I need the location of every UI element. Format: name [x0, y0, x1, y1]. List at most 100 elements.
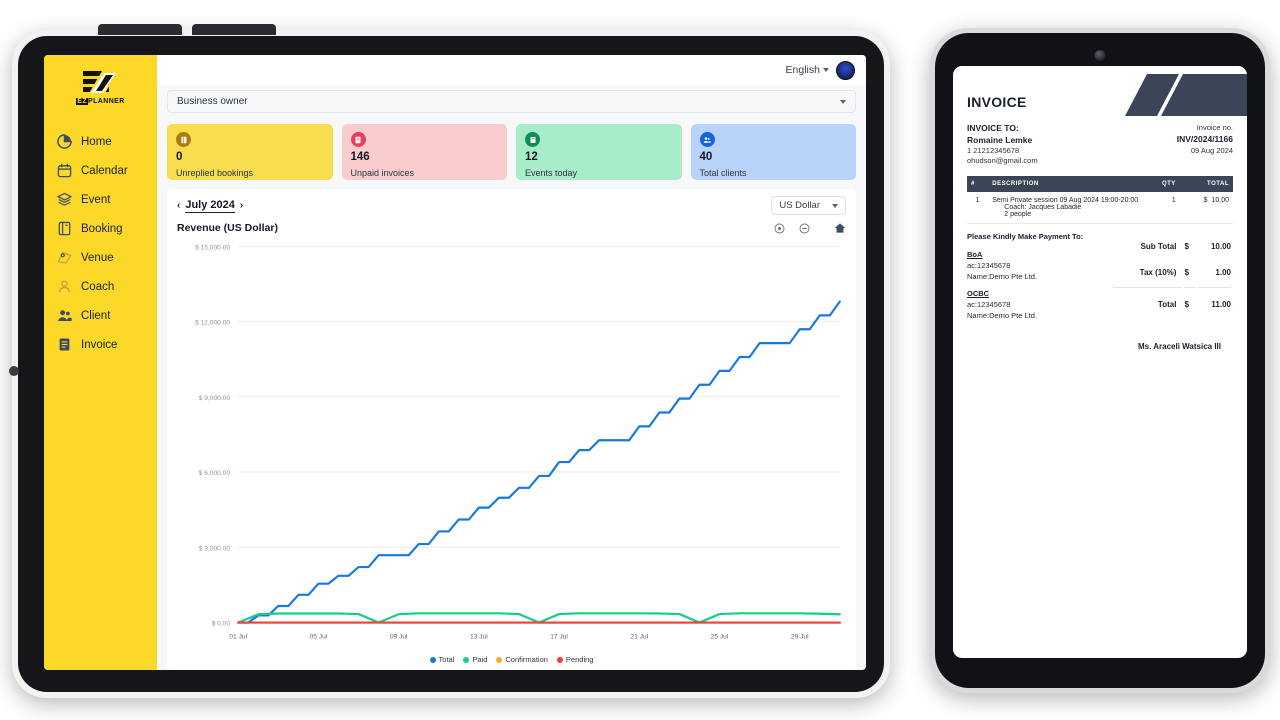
- stat-label: Events today: [525, 167, 578, 178]
- stat-value: 40: [699, 151, 713, 163]
- invoice-no-label: Invoice no.: [1196, 123, 1233, 132]
- table-row: 1 Semi Private session 09 Aug 2024 19:00-…: [967, 192, 1233, 224]
- x-axis-tick: 17 Jul: [550, 633, 568, 640]
- app-logo[interactable]: EZPLANNER: [44, 61, 157, 113]
- sidebar-item-calendar[interactable]: Calendar: [44, 156, 157, 185]
- tablet-volume-down-button[interactable]: [192, 24, 276, 35]
- chevron-down-icon: [840, 99, 846, 104]
- invoice-totals-body: Sub Total $10.00 Tax (10%) $1.00 Total $11.00: [1112, 234, 1231, 318]
- revenue-chart-card: ‹ July 2024 › US Dollar Revenue (US Doll…: [167, 189, 856, 670]
- row-total-value: 10.00: [1211, 197, 1229, 204]
- stat-card-unreplied-bookings[interactable]: 0 Unreplied bookings: [167, 124, 333, 180]
- sidebar-item-booking[interactable]: Booking: [44, 214, 157, 243]
- payment-and-totals: Please Kindly Make Payment To: BoA ac:123…: [967, 232, 1233, 320]
- invoice-number-block: Invoice no. INV/2024/1166 09 Aug 2024: [1177, 123, 1233, 165]
- row-desc-line2: Coach: Jacques Labadie: [1004, 204, 1082, 211]
- y-axis-tick: $ 9,000.00: [199, 395, 231, 402]
- total-row-tax: Tax (10%) $1.00: [1113, 260, 1231, 284]
- role-select[interactable]: Business owner: [167, 90, 856, 113]
- invoice-to-label: INVOICE TO:: [967, 123, 1019, 133]
- revenue-title: Revenue (US Dollar): [177, 222, 278, 234]
- legend-dot: [556, 656, 563, 663]
- stat-card-unpaid-invoices[interactable]: 146 Unpaid invoices: [341, 124, 507, 180]
- book-icon: [176, 132, 191, 147]
- tablet-power-button[interactable]: [9, 366, 19, 376]
- legend-label: Total: [438, 655, 455, 664]
- zoom-out-icon[interactable]: [799, 223, 810, 234]
- invoice-to-name: Romaine Lemke: [967, 135, 1033, 145]
- sidebar-item-coach[interactable]: Coach: [44, 272, 157, 301]
- stat-value: 146: [350, 151, 370, 163]
- sidebar-label-invoice: Invoice: [81, 338, 118, 351]
- row-num: 1: [967, 192, 989, 224]
- chevron-down-icon: [823, 68, 829, 72]
- users-icon: [58, 310, 72, 321]
- sidebar-item-invoice[interactable]: Invoice: [44, 330, 157, 359]
- invoice-table-body: 1 Semi Private session 09 Aug 2024 19:00-…: [967, 192, 1233, 224]
- user-icon: [59, 280, 70, 293]
- chart-legend: Total Paid Confirmation Pending: [175, 652, 848, 666]
- series-line-paid: [237, 612, 841, 624]
- invoice-totals-table: Sub Total $10.00 Tax (10%) $1.00 Total $11.00: [1111, 232, 1233, 320]
- legend-item-pending[interactable]: Pending: [556, 655, 594, 664]
- users-icon: [699, 132, 715, 147]
- row-description: Semi Private session 09 Aug 2024 19:00-2…: [988, 192, 1154, 224]
- x-axis-tick: 01 Jul: [229, 633, 247, 640]
- bank-name: OCBC: [967, 289, 990, 299]
- row-qty: 1: [1153, 192, 1180, 224]
- sidebar-label-booking: Booking: [81, 222, 123, 235]
- sidebar-item-client[interactable]: Client: [44, 301, 157, 330]
- sidebar-item-venue[interactable]: Venue: [44, 243, 157, 272]
- total-label: Sub Total: [1140, 241, 1177, 251]
- x-axis-tick: 13 Jul: [470, 633, 488, 640]
- home-icon[interactable]: [834, 222, 846, 234]
- language-selector[interactable]: English: [786, 64, 829, 76]
- x-axis-tick: 21 Jul: [630, 633, 648, 640]
- currency-select[interactable]: US Dollar: [771, 196, 846, 215]
- legend-item-confirmation[interactable]: Confirmation: [496, 655, 548, 664]
- total-value: 1.00: [1215, 268, 1231, 278]
- invoice-col-total: TOTAL: [1179, 176, 1233, 192]
- zoom-in-icon[interactable]: [774, 223, 785, 234]
- logo-wordmark: EZPLANNER: [76, 97, 125, 105]
- total-row-total: Total $11.00: [1112, 286, 1231, 318]
- total-currency: $: [1184, 241, 1189, 251]
- stat-card-events-today[interactable]: 12 Events today: [516, 124, 682, 180]
- avatar[interactable]: [836, 60, 855, 80]
- total-label: Tax (10%): [1139, 268, 1177, 278]
- tablet-bezel: EZPLANNER Home Calendar Event Booking Ve…: [9, 24, 884, 692]
- row-desc-line1: Semi Private session 09 Aug 2024 19:00-2…: [992, 197, 1139, 204]
- invoice-header: INVOICE TO: Romaine Lemke 1 21212345678 …: [967, 123, 1233, 165]
- logo-ez: EZ: [76, 97, 89, 105]
- invoice-to-email: ohudson@gmail.com: [967, 156, 1038, 165]
- topbar: English: [157, 55, 866, 85]
- tablet-volume-up-button[interactable]: [98, 24, 182, 35]
- legend-dot: [429, 656, 436, 663]
- sidebar-item-event[interactable]: Event: [44, 185, 157, 214]
- total-label: Total: [1112, 286, 1183, 318]
- row-currency: $: [1203, 197, 1208, 204]
- bank-block: OCBC ac:12345678 Name:Demo Pte Ltd.: [967, 289, 1105, 320]
- month-navigator: ‹ July 2024 ›: [177, 199, 243, 213]
- legend-item-paid[interactable]: Paid: [463, 655, 487, 664]
- tablet-screen: EZPLANNER Home Calendar Event Booking Ve…: [44, 55, 866, 670]
- sidebar-label-venue: Venue: [81, 251, 114, 264]
- invoice-date: 09 Aug 2024: [1190, 146, 1233, 155]
- currency-value: US Dollar: [779, 200, 820, 211]
- stat-card-total-clients[interactable]: 40 Total clients: [690, 124, 856, 180]
- prev-month-button[interactable]: ‹: [177, 200, 180, 211]
- main-content: English Business owner 0 Unreplied bookin…: [157, 55, 866, 670]
- layers-icon: [57, 192, 72, 206]
- revenue-line-chart: $ 15,000.00 $ 12,000.00 $ 9,000.00 $ 6,000.…: [195, 244, 841, 640]
- logo-planner: PLANNER: [88, 97, 125, 105]
- sidebar-item-home[interactable]: Home: [44, 127, 157, 156]
- invoice-icon: [59, 338, 70, 351]
- legend-label: Pending: [565, 655, 594, 664]
- invoice-col-qty: QTY: [1153, 176, 1180, 192]
- stat-value: 0: [176, 151, 183, 163]
- next-month-button[interactable]: ›: [240, 200, 243, 211]
- chart-tools: [774, 222, 846, 234]
- legend-item-total[interactable]: Total: [429, 655, 455, 664]
- payment-instructions: Please Kindly Make Payment To: BoA ac:123…: [967, 232, 1105, 320]
- language-label: English: [785, 64, 820, 76]
